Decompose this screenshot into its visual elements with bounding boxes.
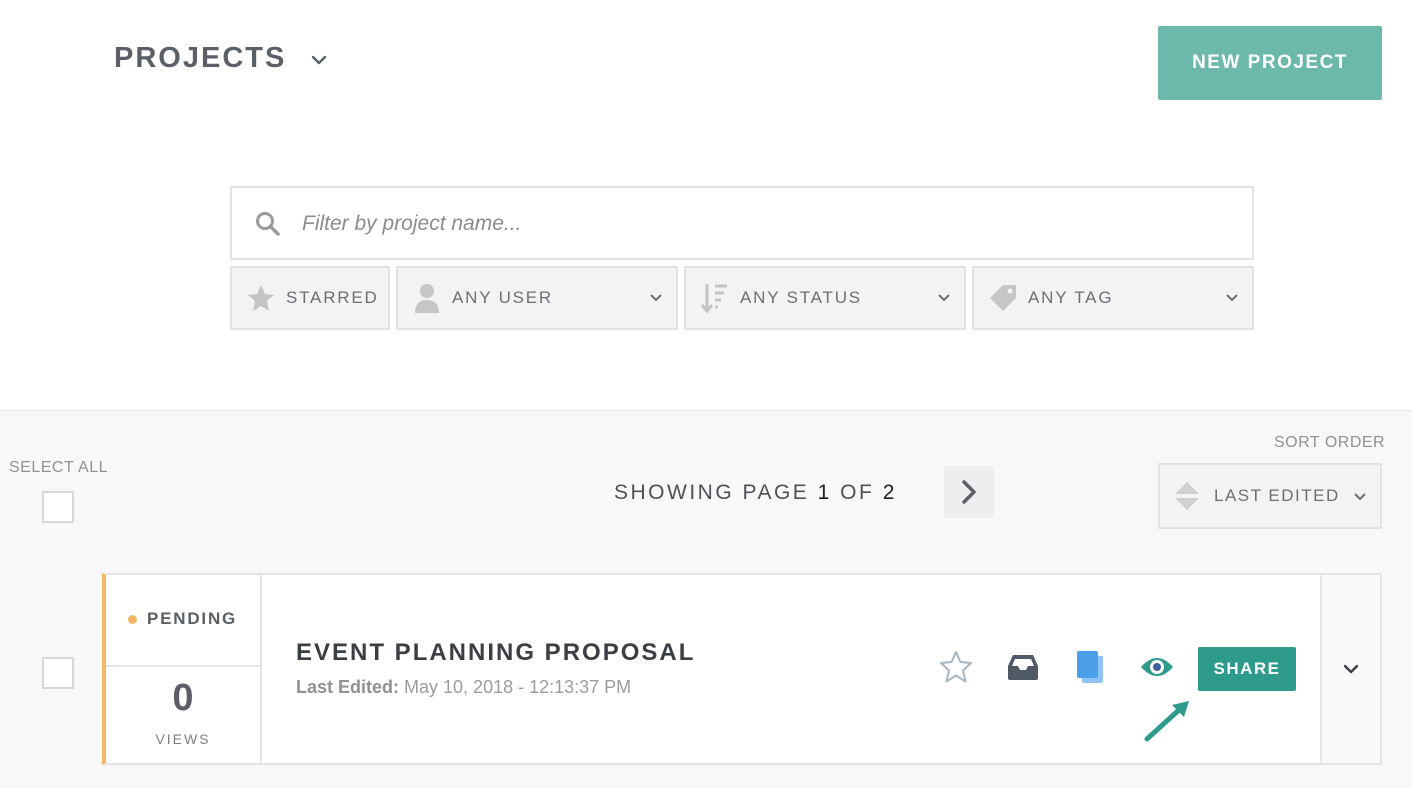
search-input[interactable] [302,198,1232,250]
star-button[interactable] [938,649,974,685]
views-cell: 0 VIEWS [106,667,262,763]
project-card[interactable]: PENDING 0 VIEWS EVENT PLANNING PROPOSAL … [102,573,1382,765]
chevron-down-icon [1226,294,1238,302]
search-icon [256,212,280,236]
archive-button[interactable] [1005,649,1041,685]
chevron-down-icon [650,294,662,302]
filter-status[interactable]: ANY STATUS [684,266,966,330]
views-label: VIEWS [155,731,211,747]
project-row-checkbox[interactable] [42,657,74,689]
paging-of: OF [840,481,875,504]
sort-order-label: SORT ORDER [1274,434,1386,451]
sort-arrows-icon [1175,482,1199,510]
sort-icon [698,281,732,315]
sort-order-select[interactable]: LAST EDITED [1158,463,1382,529]
filter-starred[interactable]: STARRED [230,266,390,330]
views-count: 0 [172,677,194,719]
current-page: 1 [817,481,832,504]
copy-button[interactable] [1072,649,1108,685]
project-list: SELECT ALL SHOWING PAGE 1 OF 2 SORT ORDE… [0,410,1412,788]
filter-status-label: ANY STATUS [740,288,862,307]
next-page-button[interactable] [944,466,994,518]
total-pages: 2 [882,481,897,504]
paging-status: SHOWING PAGE 1 OF 2 [614,481,897,505]
archive-icon [1008,655,1038,680]
paging-prefix: SHOWING PAGE [614,481,810,504]
chevron-down-icon[interactable] [308,49,330,71]
last-edited-label: Last Edited: [296,677,400,697]
new-project-button[interactable]: NEW PROJECT [1158,26,1382,100]
eye-icon [1141,658,1173,676]
preview-button[interactable] [1139,649,1175,685]
sort-order-value: LAST EDITED [1214,486,1340,505]
chevron-down-icon [1354,493,1366,501]
star-icon [244,281,278,315]
share-button[interactable]: SHARE [1198,647,1296,691]
filter-tag-label: ANY TAG [1028,288,1114,307]
chevron-down-icon [938,294,950,302]
status-dot [128,615,137,624]
filter-tag[interactable]: ANY TAG [972,266,1254,330]
user-icon [410,281,444,315]
status-cell: PENDING [106,575,262,667]
select-all-checkbox[interactable] [42,491,74,523]
search-box [230,186,1254,260]
chevron-right-icon [962,480,976,504]
arrow-hint-icon [1144,701,1189,742]
expand-row-button[interactable] [1320,575,1380,763]
filter-starred-label: STARRED [286,288,379,307]
copy-icon [1077,651,1103,683]
project-title[interactable]: EVENT PLANNING PROPOSAL [296,639,695,667]
page-title[interactable]: PROJECTS [114,42,286,75]
filter-user-label: ANY USER [452,288,554,307]
status-badge: PENDING [147,609,238,628]
project-last-edited: Last Edited: May 10, 2018 - 12:13:37 PM [296,677,631,698]
select-all-label: SELECT ALL [9,459,108,476]
chevron-down-icon [1343,664,1359,674]
filter-user[interactable]: ANY USER [396,266,678,330]
last-edited-value: May 10, 2018 - 12:13:37 PM [404,677,632,697]
tag-icon [986,281,1020,315]
star-icon [940,651,972,683]
